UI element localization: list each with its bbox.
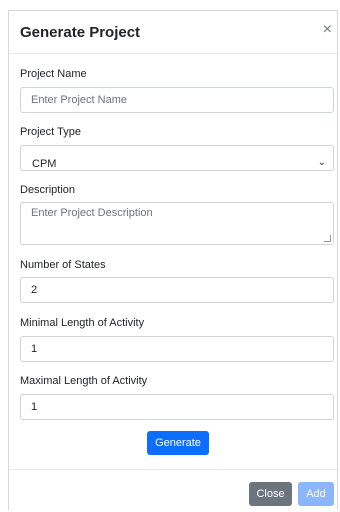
project-type-value: CPM: [32, 158, 57, 170]
close-icon[interactable]: ×: [323, 21, 332, 39]
description-wrapper: [20, 202, 334, 245]
description-textarea[interactable]: [20, 202, 334, 245]
modal-title: Generate Project: [20, 24, 141, 41]
maximal-length-input[interactable]: [20, 394, 334, 420]
resize-grip-icon[interactable]: [324, 235, 331, 242]
maximal-length-label: Maximal Length of Activity: [20, 375, 148, 387]
project-type-select[interactable]: CPM ⌄: [20, 145, 334, 171]
project-type-label: Project Type: [20, 126, 81, 138]
chevron-down-icon: ⌄: [317, 157, 326, 168]
minimal-length-label: Minimal Length of Activity: [20, 317, 145, 329]
generate-button[interactable]: Generate: [147, 431, 209, 455]
add-button[interactable]: Add: [298, 482, 334, 506]
modal-header: Generate Project ×: [9, 11, 337, 54]
project-name-input[interactable]: [20, 87, 334, 113]
number-of-states-input[interactable]: [20, 277, 334, 303]
number-of-states-label: Number of States: [20, 259, 106, 271]
close-button[interactable]: Close: [249, 482, 292, 506]
minimal-length-input[interactable]: [20, 336, 334, 362]
generate-project-modal: Generate Project × Project Name Project …: [8, 10, 338, 510]
description-label: Description: [20, 184, 76, 196]
project-name-label: Project Name: [20, 68, 87, 80]
